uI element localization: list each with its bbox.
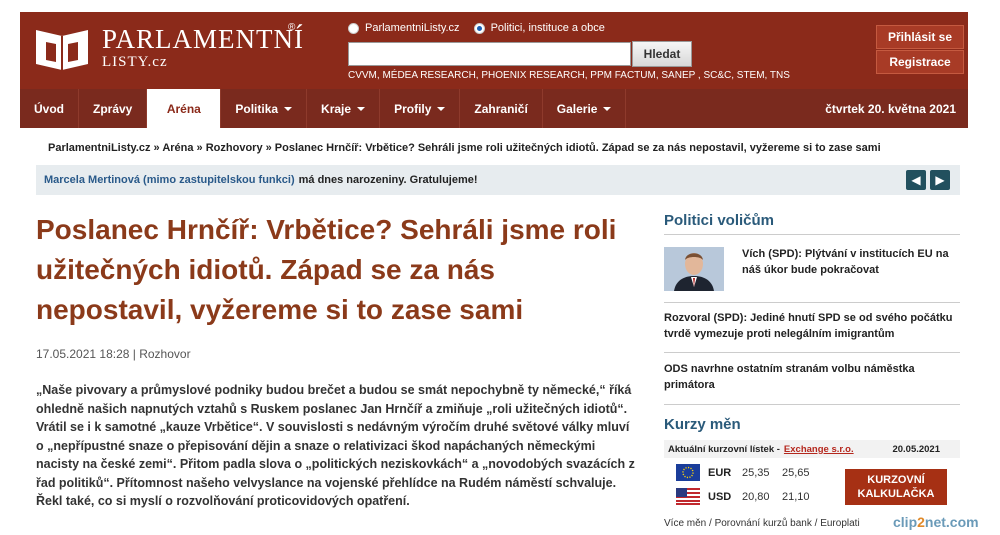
breadcrumb[interactable]: ParlamentniListy.cz » Aréna » Rozhovory … — [48, 142, 881, 154]
chevron-down-icon — [357, 106, 366, 111]
nav-galerie[interactable]: Galerie — [543, 89, 627, 128]
birthday-person-link[interactable]: Marcela Mertinová (mimo zastupitelskou f… — [44, 174, 295, 186]
currency-sell: 21,10 — [782, 490, 810, 503]
chevron-down-icon — [284, 106, 293, 111]
watermark: clip2net.com — [893, 514, 979, 530]
person-icon — [664, 247, 724, 291]
article-meta: 17.05.2021 18:28 | Rozhovor — [36, 347, 191, 361]
register-button[interactable]: Registrace — [876, 50, 964, 74]
nav-uvod[interactable]: Úvod — [20, 89, 79, 128]
logo-subtitle: LISTY.cz — [102, 54, 168, 70]
nav-zpravy[interactable]: Zprávy — [79, 89, 148, 128]
radio-label: ParlamentniListy.cz — [365, 22, 460, 34]
current-date: čtvrtek 20. května 2021 — [825, 101, 956, 116]
nav-label: Politika — [235, 101, 279, 116]
kurzovni-kalkulacka-button[interactable]: KURZOVNÍ KALKULAČKA — [845, 469, 947, 505]
arrow-right-icon[interactable]: ▶ — [930, 170, 950, 190]
nav-kraje[interactable]: Kraje — [307, 89, 381, 128]
nav-label: Galerie — [556, 101, 598, 116]
watermark-part: clip — [893, 514, 918, 530]
main-nav: Úvod Zprávy Aréna Politika Kraje Profily… — [20, 89, 968, 128]
nav-zahranici[interactable]: Zahraničí — [460, 89, 543, 128]
currency-buy: 25,35 — [742, 466, 770, 479]
divider — [664, 404, 960, 405]
nav-label: Kraje — [321, 101, 352, 116]
currency-row: USD 20,80 21,10 — [676, 488, 822, 505]
nav-label: Profily — [394, 101, 432, 116]
book-logo-icon — [36, 30, 88, 70]
article-perex: „Naše pivovary a průmyslové podniky budo… — [36, 383, 635, 508]
search-button[interactable]: Hledat — [632, 41, 692, 67]
radio-label: Politici, instituce a obce — [490, 22, 605, 34]
nav-arena[interactable]: Aréna — [147, 89, 222, 128]
birthday-arrows: ◀ ▶ — [906, 170, 950, 190]
currency-sell: 25,65 — [782, 466, 810, 479]
currency-code: USD — [708, 490, 732, 503]
agencies-links[interactable]: CVVM, MÉDEA RESEARCH, PHOENIX RESEARCH, … — [348, 70, 790, 81]
birthday-text: má dnes narozeniny. Gratulujeme! — [298, 174, 478, 186]
registered-mark: ® — [288, 22, 296, 33]
politician-photo[interactable] — [664, 247, 724, 291]
kurzy-title[interactable]: Kurzy měn — [664, 416, 741, 433]
kurzy-date: 20.05.2021 — [892, 443, 940, 455]
radio-parlamentnilisty[interactable]: ParlamentniListy.cz — [348, 22, 460, 34]
watermark-part: net.com — [924, 514, 979, 530]
radio-button-selected[interactable] — [473, 22, 485, 34]
site-header: PARLAMENTNÍ LISTY.cz ® ParlamentniListy.… — [20, 12, 968, 90]
birthday-bar: Marcela Mertinová (mimo zastupitelskou f… — [36, 165, 960, 195]
currency-buy: 20,80 — [742, 490, 770, 503]
logo-title: PARLAMENTNÍ — [102, 24, 305, 54]
eu-flag-icon — [676, 464, 700, 481]
kurzy-header: Aktuální kurzovní lístek - Exchange s.r.… — [664, 440, 960, 458]
divider — [664, 352, 960, 353]
site-logo[interactable]: PARLAMENTNÍ LISTY.cz — [32, 22, 303, 78]
sidebar-article-link[interactable]: Rozvoral (SPD): Jediné hnutí SPD se od s… — [664, 311, 960, 342]
sidebar-article-link[interactable]: ODS navrhne ostatním stranám volbu náměs… — [664, 362, 960, 393]
exchange-link[interactable]: Exchange s.r.o. — [784, 444, 854, 455]
watermark-part: 2 — [917, 514, 925, 530]
radio-button[interactable] — [348, 22, 359, 34]
kurzy-links[interactable]: Více měn / Porovnání kurzů bank / Europl… — [664, 518, 860, 529]
nav-politika[interactable]: Politika — [221, 89, 308, 128]
currency-code: EUR — [708, 466, 732, 479]
divider — [664, 302, 960, 303]
divider — [664, 234, 960, 235]
article-title: Poslanec Hrnčíř: Vrbětice? Sehráli jsme … — [36, 214, 617, 325]
nav-profily[interactable]: Profily — [380, 89, 461, 128]
search-input[interactable] — [348, 42, 631, 66]
us-flag-icon — [676, 488, 700, 505]
currency-row: EUR 25,35 25,65 — [676, 464, 822, 481]
chevron-down-icon — [437, 106, 446, 111]
search-scope: ParlamentniListy.cz Politici, instituce … — [348, 22, 605, 34]
arrow-left-icon[interactable]: ◀ — [906, 170, 926, 190]
politici-volicum-title[interactable]: Politici voličům — [664, 212, 774, 229]
sidebar-article-link[interactable]: Vích (SPD): Plýtvání v institucích EU na… — [742, 247, 958, 278]
kurzy-label: Aktuální kurzovní lístek - — [668, 443, 780, 455]
radio-politici[interactable]: Politici, instituce a obce — [473, 22, 605, 34]
login-button[interactable]: Přihlásit se — [876, 25, 964, 49]
chevron-down-icon — [603, 106, 612, 111]
